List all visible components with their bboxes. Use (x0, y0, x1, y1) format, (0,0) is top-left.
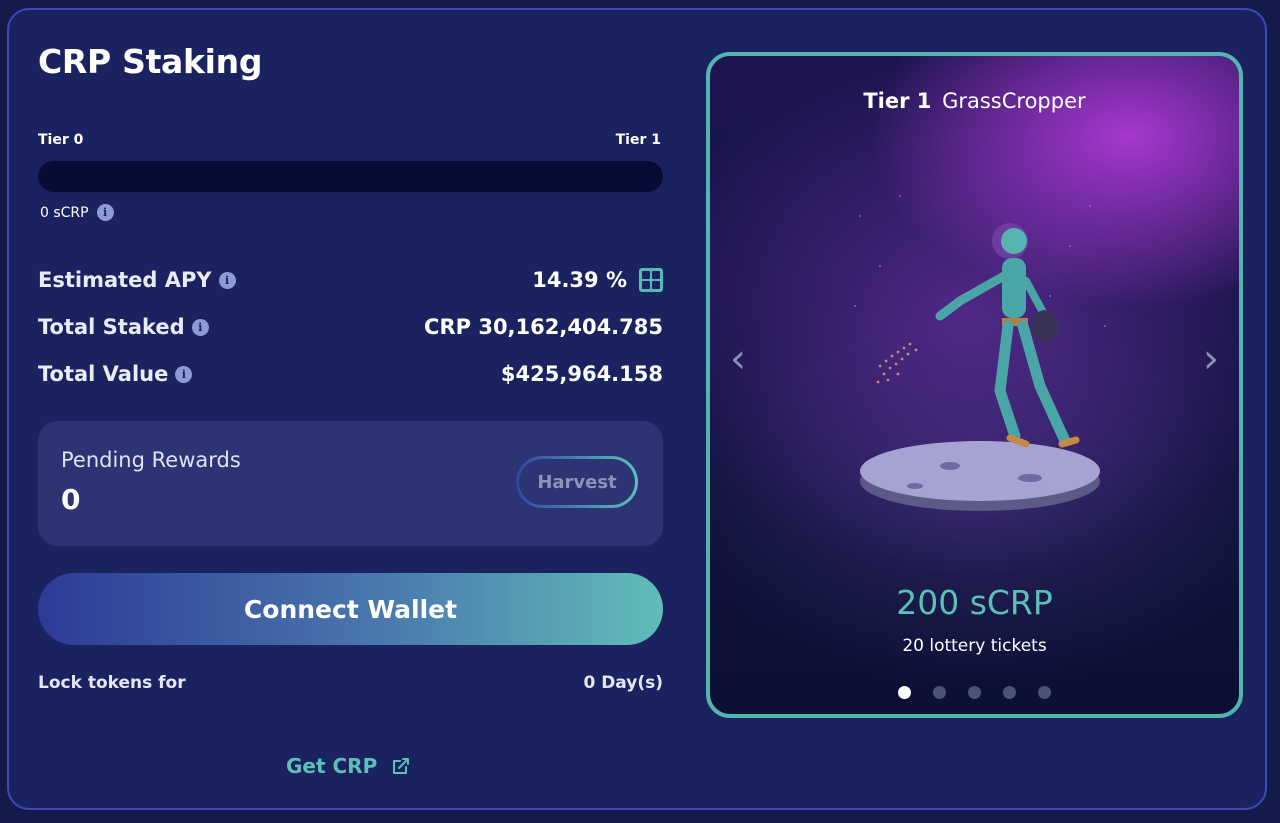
carousel-dot[interactable] (1038, 686, 1051, 699)
carousel-dot[interactable] (898, 686, 911, 699)
figure (935, 223, 1080, 448)
info-icon[interactable]: i (191, 318, 209, 336)
info-icon[interactable]: i (175, 365, 193, 383)
pending-rewards-value: 0 (61, 483, 81, 516)
lock-tokens-row: Lock tokens for 0 Day(s) (38, 673, 663, 693)
total-value-value: $425,964.158 (500, 362, 663, 386)
harvest-button[interactable]: Harvest (516, 456, 638, 508)
card-tier-name: GrassCropper (942, 89, 1086, 113)
external-link-icon[interactable] (391, 756, 411, 776)
connect-wallet-button[interactable]: Connect Wallet (38, 573, 663, 645)
tier-start-label: Tier 0 (38, 132, 84, 148)
card-amount: 200 sCRP (896, 583, 1053, 622)
lock-tokens-value[interactable]: 0 Day(s) (583, 673, 663, 693)
info-icon[interactable]: i (218, 271, 236, 289)
star-dust (854, 195, 1106, 327)
apy-value: 14.39 % (532, 268, 627, 292)
carousel-dot[interactable] (1003, 686, 1016, 699)
chevron-left-icon[interactable]: ‹ (730, 339, 746, 379)
total-staked-value: CRP 30,162,404.785 (424, 315, 663, 339)
card-title: Tier 1 GrassCropper (710, 89, 1239, 113)
lock-tokens-label: Lock tokens for (38, 673, 186, 693)
card-tier: Tier 1 (863, 89, 932, 113)
get-crp-label[interactable]: Get CRP (286, 754, 377, 778)
card-subtitle: 20 lottery tickets (902, 636, 1047, 656)
total-value-label: Total Value (38, 362, 169, 386)
seed-particles (876, 342, 918, 384)
page-title: CRP Staking (38, 42, 263, 81)
total-staked-label: Total Staked (38, 315, 185, 339)
pending-rewards-label: Pending Rewards (61, 448, 241, 472)
stat-row-apy: Estimated APY i 14.39 % (38, 268, 663, 292)
staking-panel: CRP Staking Tier 0 Tier 1 0 sCRP i Estim… (7, 8, 1267, 810)
tier-card: Tier 1 GrassCropper ‹ › 200 sCRP 20 lott… (706, 52, 1243, 718)
grasscropper-illustration (854, 195, 1106, 511)
get-crp-link[interactable]: Get CRP (286, 754, 411, 778)
carousel-dots (710, 686, 1239, 699)
carousel-dot[interactable] (933, 686, 946, 699)
calculator-icon[interactable] (639, 268, 663, 292)
apy-label: Estimated APY (38, 268, 212, 292)
scrp-balance: 0 sCRP i (40, 204, 114, 221)
stat-row-value: Total Value i $425,964.158 (38, 362, 663, 386)
pending-rewards-box: Pending Rewards 0 Harvest (38, 421, 663, 546)
stat-row-staked: Total Staked i CRP 30,162,404.785 (38, 315, 663, 339)
tier-end-label: Tier 1 (615, 132, 661, 148)
info-icon[interactable]: i (96, 204, 114, 221)
scrp-balance-text: 0 sCRP (40, 204, 89, 221)
chevron-right-icon[interactable]: › (1203, 339, 1219, 379)
tier-progress-bar (38, 161, 663, 192)
carousel-dot[interactable] (968, 686, 981, 699)
